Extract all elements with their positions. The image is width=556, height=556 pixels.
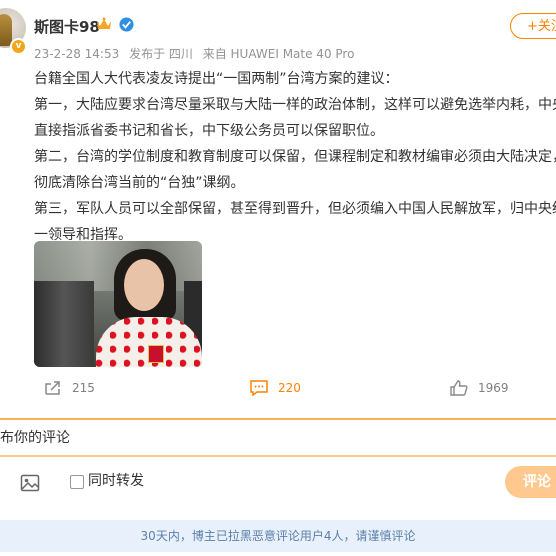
- comment-count: 220: [278, 381, 301, 395]
- thumbs-up-icon: [450, 380, 468, 396]
- post-body: 台籍全国人大代表凌友诗提出“一国两制”台湾方案的建议： 第一，大陆应要求台湾尽量…: [34, 66, 556, 248]
- like-button[interactable]: 1969: [450, 378, 509, 398]
- post-paragraph: 第三，军队人员可以全部保留，甚至得到晋升，但必须编入中国人民解放军，归中央统: [34, 201, 556, 217]
- post-paragraph: 直接指派省委书记和省长，中下级公务员可以保留职位。: [34, 123, 384, 139]
- post-paragraph: 第二，台湾的学位制度和教育制度可以保留，但课程制定和教材编审必须由大陆决定，: [34, 149, 556, 165]
- username[interactable]: 斯图卡98: [34, 16, 100, 37]
- share-button[interactable]: 215: [44, 378, 95, 398]
- comment-input[interactable]: 布你的评论: [0, 422, 556, 454]
- level-badge-icon: [119, 17, 134, 32]
- post-paragraph: 台籍全国人大代表凌友诗提出“一国两制”台湾方案的建议：: [34, 71, 399, 87]
- post-location: 发布于 四川: [129, 47, 193, 61]
- repost-label[interactable]: 同时转发: [88, 472, 144, 490]
- share-icon: [45, 381, 60, 395]
- comment-icon: [250, 380, 268, 396]
- post-source: 来自 HUAWEI Mate 40 Pro: [202, 47, 355, 61]
- post-time[interactable]: 23-2-28 14:53: [34, 47, 119, 61]
- comment-notice: 30天内，博主已拉黑恶意评论用户4人，请谨慎评论: [0, 520, 556, 552]
- repost-checkbox[interactable]: [70, 475, 84, 489]
- post-image[interactable]: [34, 241, 202, 367]
- image-upload-icon[interactable]: [20, 473, 40, 493]
- post-meta: 23-2-28 14:53 发布于 四川 来自 HUAWEI Mate 40 P…: [34, 45, 360, 62]
- post-paragraph: 第一，大陆应要求台湾尽量采取与大陆一样的政治体制，这样可以避免选举内耗，中央: [34, 97, 556, 113]
- share-count: 215: [72, 381, 95, 395]
- divider: [0, 418, 556, 420]
- verified-badge-icon: v: [10, 38, 27, 55]
- vip-crown-icon: [97, 17, 111, 29]
- submit-comment-button[interactable]: 评论: [505, 466, 556, 498]
- comment-button[interactable]: 220: [250, 378, 301, 398]
- divider: [0, 455, 556, 457]
- post-paragraph: 彻底清除台湾当前的“台独”课纲。: [34, 175, 245, 191]
- follow-button[interactable]: +关注: [510, 13, 556, 39]
- like-count: 1969: [478, 381, 509, 395]
